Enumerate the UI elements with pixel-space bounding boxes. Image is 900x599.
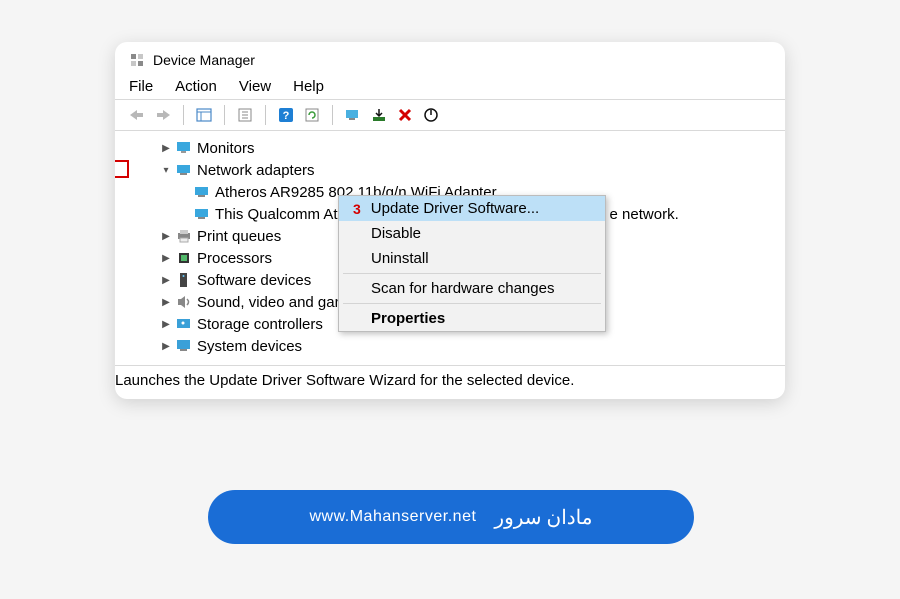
back-button[interactable] [125,104,149,126]
tree-item-monitors[interactable]: ▶ Monitors [119,137,781,159]
tree-item-network-adapters[interactable]: 1 ▾ Network adapters [119,159,781,181]
system-device-icon [175,337,193,355]
network-adapter-icon [175,161,193,179]
device-manager-window: Device Manager File Action View Help ? ▶… [115,42,785,399]
tree-label: Network adapters [197,162,315,179]
menu-update-driver[interactable]: 3 Update Driver Software... [339,196,605,221]
enable-button[interactable] [419,104,443,126]
tree-label: Monitors [197,140,255,157]
tree-label-left: This Qualcomm At [215,206,338,223]
uninstall-button[interactable] [393,104,417,126]
menu-item-label: Properties [371,310,445,327]
scan-button[interactable] [341,104,365,126]
tree-label: Processors [197,250,272,267]
printer-icon [175,227,193,245]
menu-item-label: Uninstall [371,250,429,267]
menu-uninstall[interactable]: Uninstall [339,246,605,271]
menu-view[interactable]: View [239,78,271,95]
banner-url: www.Mahanserver.net [310,508,477,526]
menubar: File Action View Help [115,74,785,99]
tree-label-right: e network. [610,206,679,223]
chevron-right-icon[interactable]: ▶ [159,273,173,287]
chevron-right-icon[interactable]: ▶ [159,251,173,265]
properties-button[interactable] [233,104,257,126]
toolbar: ? [115,99,785,131]
titlebar: Device Manager [115,42,785,74]
tree-item-system[interactable]: ▶ System devices [119,335,781,357]
watermark-banner: www.Mahanserver.net مادان سرور [208,490,694,544]
menu-item-label: Scan for hardware changes [371,280,554,297]
menu-divider [343,303,601,304]
chevron-right-icon[interactable]: ▶ [159,339,173,353]
separator [224,105,225,125]
menu-properties[interactable]: Properties [339,306,605,331]
separator [183,105,184,125]
storage-icon [175,315,193,333]
svg-text:?: ? [283,110,290,122]
chevron-right-icon[interactable]: ▶ [159,317,173,331]
statusbar: Launches the Update Driver Software Wiza… [115,365,785,399]
menu-scan[interactable]: Scan for hardware changes [339,276,605,301]
network-adapter-icon [193,205,211,223]
tree-label: Sound, video and gam [197,294,347,311]
menu-item-label: Update Driver Software... [371,200,539,217]
separator [265,105,266,125]
tree-label: System devices [197,338,302,355]
refresh-button[interactable] [300,104,324,126]
help-button[interactable]: ? [274,104,298,126]
menu-action[interactable]: Action [175,78,217,95]
chevron-right-icon[interactable]: ▶ [159,295,173,309]
context-menu: 3 Update Driver Software... Disable Unin… [338,195,606,332]
status-text: Launches the Update Driver Software Wiza… [115,372,574,389]
menu-item-label: Disable [371,225,421,242]
tree-label: Software devices [197,272,311,289]
sound-icon [175,293,193,311]
tree-label: Print queues [197,228,281,245]
chevron-down-icon[interactable]: ▾ [159,163,173,177]
menu-help[interactable]: Help [293,78,324,95]
app-icon [129,52,145,68]
device-tree: ▶ Monitors 1 ▾ Network adapters 2 Athero… [115,131,785,365]
processor-icon [175,249,193,267]
annotation-box-1 [115,160,129,178]
banner-brand: مادان سرور [494,505,592,530]
menu-file[interactable]: File [129,78,153,95]
network-adapter-icon [193,183,211,201]
menu-divider [343,273,601,274]
tree-label: Storage controllers [197,316,323,333]
separator [332,105,333,125]
chevron-right-icon[interactable]: ▶ [159,141,173,155]
chevron-right-icon[interactable]: ▶ [159,229,173,243]
install-button[interactable] [367,104,391,126]
forward-button[interactable] [151,104,175,126]
menu-disable[interactable]: Disable [339,221,605,246]
monitor-icon [175,139,193,157]
annotation-3: 3 [353,201,361,217]
window-title: Device Manager [153,52,255,68]
show-hidden-button[interactable] [192,104,216,126]
software-device-icon [175,271,193,289]
